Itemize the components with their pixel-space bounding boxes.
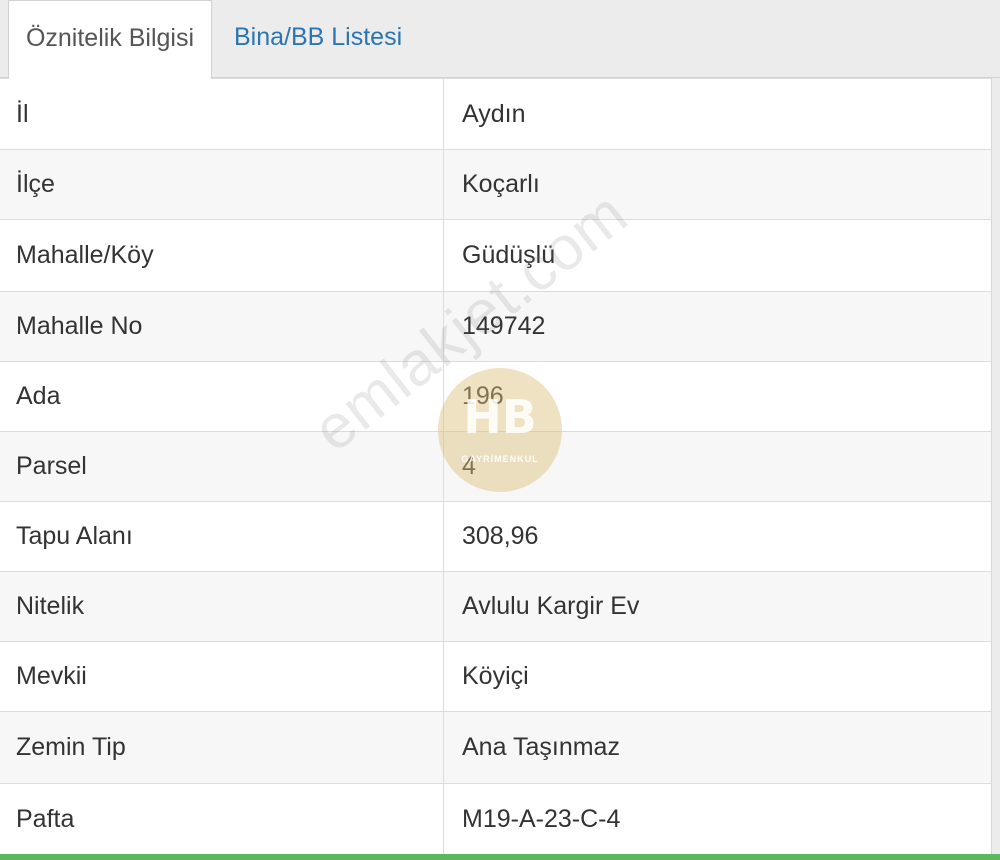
row-value: 4: [462, 452, 476, 480]
row-label: Mevkii: [0, 642, 444, 711]
bottom-accent-bar: [0, 854, 1000, 860]
row-value: 149742: [462, 312, 546, 340]
row-value: 308,96: [462, 522, 539, 550]
row-label: Pafta: [0, 784, 444, 854]
table-row: Zemin Tip Ana Taşınmaz: [0, 711, 991, 783]
row-value: Güdüşlü: [462, 241, 556, 269]
row-label: Nitelik: [0, 572, 444, 641]
table-row: Mahalle No 149742: [0, 291, 991, 361]
table-row: Tapu Alanı 308,96: [0, 501, 991, 571]
table-row: Ada 196: [0, 361, 991, 431]
row-value: 196: [462, 382, 504, 410]
table-row: Parsel 4: [0, 431, 991, 501]
table-row: Nitelik Avlulu Kargir Ev: [0, 571, 991, 641]
row-label: Zemin Tip: [0, 712, 444, 783]
row-label: İl: [0, 79, 444, 149]
row-label: Mahalle/Köy: [0, 220, 444, 291]
row-value: Köyiçi: [462, 662, 529, 690]
table-row: İl Aydın: [0, 78, 991, 149]
row-label: Parsel: [0, 432, 444, 501]
tab-bina-bb-listesi[interactable]: Bina/BB Listesi: [234, 0, 434, 78]
tab-oznitelik-bilgisi[interactable]: Öznitelik Bilgisi: [8, 0, 212, 79]
table-row: Mevkii Köyiçi: [0, 641, 991, 711]
row-value: Avlulu Kargir Ev: [462, 592, 640, 620]
parcel-info-panel: Öznitelik Bilgisi Bina/BB Listesi İl Ayd…: [0, 0, 1000, 860]
tab-bar: Öznitelik Bilgisi Bina/BB Listesi: [0, 0, 1000, 79]
row-label: Tapu Alanı: [0, 502, 444, 571]
row-value: M19-A-23-C-4: [462, 804, 621, 833]
table-row: Pafta M19-A-23-C-4: [0, 783, 991, 854]
row-value: Aydın: [462, 99, 526, 128]
table-row: İlçe Koçarlı: [0, 149, 991, 219]
table-row: Mahalle/Köy Güdüşlü: [0, 219, 991, 291]
row-label: Mahalle No: [0, 292, 444, 361]
row-value: Ana Taşınmaz: [462, 733, 620, 761]
row-value: Koçarlı: [462, 170, 540, 198]
row-label: İlçe: [0, 150, 444, 219]
attribute-table: İl Aydın İlçe Koçarlı Mahalle/Köy Güdüşl…: [0, 78, 992, 854]
row-label: Ada: [0, 362, 444, 431]
